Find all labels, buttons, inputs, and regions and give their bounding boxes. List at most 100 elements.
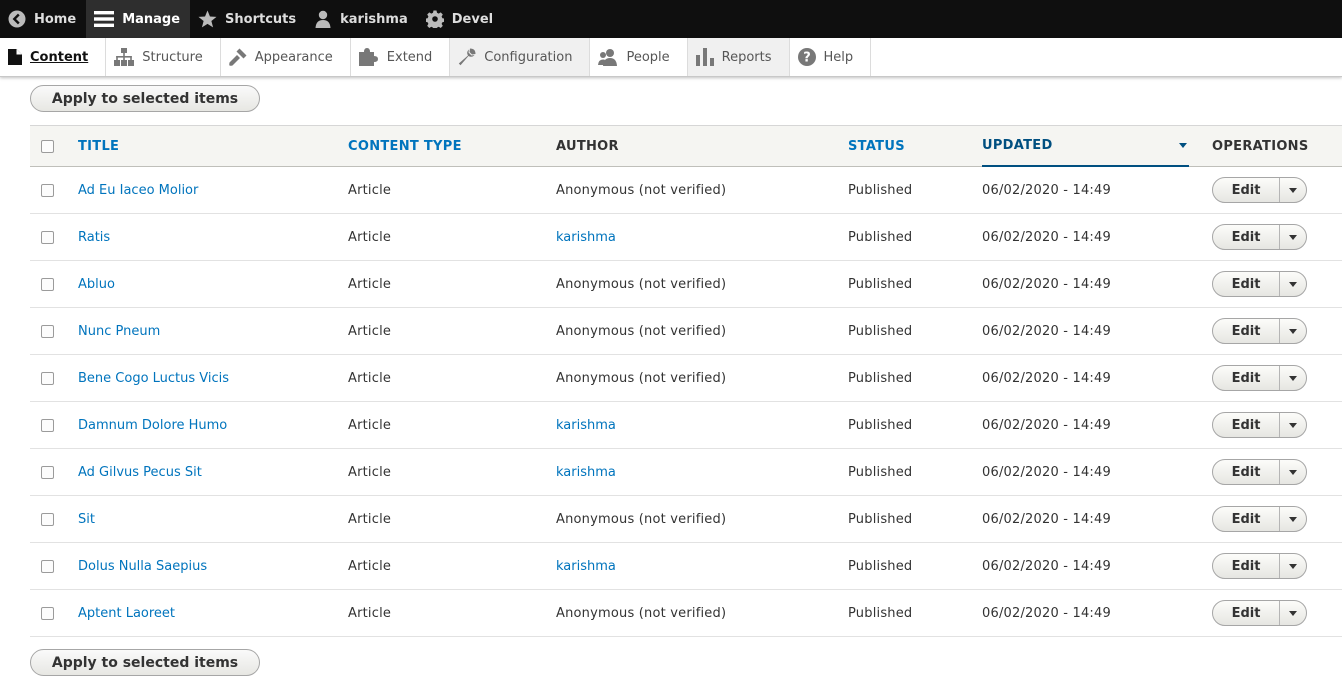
edit-button[interactable]: Edit bbox=[1213, 319, 1280, 343]
edit-button[interactable]: Edit bbox=[1213, 225, 1280, 249]
author-link[interactable]: karishma bbox=[556, 230, 616, 245]
operations-toggle-button[interactable] bbox=[1280, 178, 1306, 202]
operations-toggle-button[interactable] bbox=[1280, 460, 1306, 484]
edit-button[interactable]: Edit bbox=[1213, 413, 1280, 437]
header-updated-label: UPDATED bbox=[982, 138, 1053, 153]
content-title-link[interactable]: Abluo bbox=[78, 277, 115, 292]
content-title-link[interactable]: Ratis bbox=[78, 230, 110, 245]
table-row: Ratis Article karishma Published 06/02/2020 … bbox=[30, 214, 1342, 261]
bar-chart-icon bbox=[695, 48, 714, 66]
author-cell: Anonymous (not verified) bbox=[556, 371, 848, 386]
toolbar-shortcuts-label: Shortcuts bbox=[225, 11, 297, 27]
author-text: Anonymous (not verified) bbox=[556, 370, 727, 386]
row-select-checkbox[interactable] bbox=[40, 183, 54, 197]
row-select-cell bbox=[30, 512, 78, 526]
content-title-link[interactable]: Sit bbox=[78, 512, 95, 527]
tray-item-appearance-label: Appearance bbox=[254, 49, 333, 65]
row-select-cell bbox=[30, 324, 78, 338]
tray-item-people[interactable]: People bbox=[590, 38, 688, 76]
operations-toggle-button[interactable] bbox=[1280, 366, 1306, 390]
author-link[interactable]: karishma bbox=[556, 559, 616, 574]
tray-item-reports[interactable]: Reports bbox=[687, 38, 790, 76]
row-select-checkbox[interactable] bbox=[40, 277, 54, 291]
content-type-cell: Article bbox=[348, 323, 392, 339]
tray-item-content[interactable]: Content bbox=[0, 38, 107, 76]
title-cell: Damnum Dolore Humo bbox=[78, 418, 348, 433]
edit-button[interactable]: Edit bbox=[1213, 601, 1280, 625]
row-select-checkbox[interactable] bbox=[40, 418, 54, 432]
row-select-checkbox[interactable] bbox=[40, 324, 54, 338]
content-title-link[interactable]: Damnum Dolore Humo bbox=[78, 418, 227, 433]
tray-item-structure[interactable]: Structure bbox=[106, 38, 221, 76]
author-cell: Anonymous (not verified) bbox=[556, 324, 848, 339]
edit-button[interactable]: Edit bbox=[1213, 366, 1280, 390]
operations-toggle-button[interactable] bbox=[1280, 319, 1306, 343]
chevron-down-icon bbox=[1289, 422, 1297, 428]
toolbar-devel-label: Devel bbox=[451, 11, 494, 27]
operations-toggle-button[interactable] bbox=[1280, 601, 1306, 625]
content-type-cell: Article bbox=[348, 464, 392, 480]
row-select-checkbox[interactable] bbox=[40, 512, 54, 526]
brush-icon bbox=[228, 48, 247, 66]
toolbar-home[interactable]: Home bbox=[0, 0, 86, 38]
header-title[interactable]: TITLE bbox=[78, 126, 348, 166]
row-select-checkbox[interactable] bbox=[40, 371, 54, 385]
header-operations: OPERATIONS bbox=[1212, 138, 1309, 154]
chevron-down-icon bbox=[1289, 375, 1297, 381]
content-title-link[interactable]: Bene Cogo Luctus Vicis bbox=[78, 371, 229, 386]
table-row: Bene Cogo Luctus Vicis Article Anonymous (… bbox=[30, 355, 1342, 402]
tray-item-appearance[interactable]: Appearance bbox=[220, 38, 351, 76]
operations-toggle-button[interactable] bbox=[1280, 413, 1306, 437]
content-title-link[interactable]: Dolus Nulla Saepius bbox=[78, 559, 207, 574]
status-cell: Published bbox=[848, 323, 913, 339]
apply-selected-button-top[interactable]: Apply to selected items bbox=[30, 85, 260, 112]
operations-toggle-button[interactable] bbox=[1280, 225, 1306, 249]
header-status[interactable]: STATUS bbox=[848, 126, 982, 166]
content-title-link[interactable]: Ad Eu Iaceo Molior bbox=[78, 183, 198, 198]
content-title-link[interactable]: Nunc Pneum bbox=[78, 324, 160, 339]
edit-button[interactable]: Edit bbox=[1213, 554, 1280, 578]
tray-item-configuration[interactable]: Configuration bbox=[450, 38, 591, 76]
tray-item-help[interactable]: ? Help bbox=[789, 38, 872, 76]
author-cell: karishma bbox=[556, 559, 848, 574]
header-updated[interactable]: UPDATED bbox=[982, 126, 1189, 167]
sort-descending-icon bbox=[1179, 143, 1187, 148]
header-content-type[interactable]: CONTENT TYPE bbox=[348, 126, 556, 166]
chevron-down-icon bbox=[1289, 328, 1297, 334]
edit-button[interactable]: Edit bbox=[1213, 178, 1280, 202]
operations-dropbutton: Edit bbox=[1212, 177, 1307, 203]
operations-toggle-button[interactable] bbox=[1280, 554, 1306, 578]
content-title-link[interactable]: Aptent Laoreet bbox=[78, 606, 175, 621]
toolbar-shortcuts[interactable]: Shortcuts bbox=[190, 0, 306, 38]
operations-dropbutton: Edit bbox=[1212, 553, 1307, 579]
author-link[interactable]: karishma bbox=[556, 465, 616, 480]
edit-button[interactable]: Edit bbox=[1213, 272, 1280, 296]
operations-toggle-button[interactable] bbox=[1280, 507, 1306, 531]
operations-cell: Edit bbox=[1212, 318, 1342, 344]
row-select-checkbox[interactable] bbox=[40, 230, 54, 244]
edit-button[interactable]: Edit bbox=[1213, 460, 1280, 484]
table-row: Abluo Article Anonymous (not verified) Publ… bbox=[30, 261, 1342, 308]
select-all-checkbox[interactable] bbox=[40, 139, 54, 153]
tray-item-extend[interactable]: Extend bbox=[350, 38, 451, 76]
help-icon: ? bbox=[797, 48, 816, 66]
row-select-checkbox[interactable] bbox=[40, 559, 54, 573]
title-cell: Sit bbox=[78, 512, 348, 527]
header-author: AUTHOR bbox=[556, 138, 619, 154]
operations-toggle-button[interactable] bbox=[1280, 272, 1306, 296]
author-link[interactable]: karishma bbox=[556, 418, 616, 433]
content-title-link[interactable]: Ad Gilvus Pecus Sit bbox=[78, 465, 202, 480]
operations-cell: Edit bbox=[1212, 459, 1342, 485]
status-cell: Published bbox=[848, 229, 913, 245]
toolbar-devel[interactable]: Devel bbox=[418, 0, 503, 38]
table-row: Ad Gilvus Pecus Sit Article karishma Publis… bbox=[30, 449, 1342, 496]
toolbar-manage[interactable]: Manage bbox=[86, 0, 191, 38]
content-type-cell: Article bbox=[348, 182, 392, 198]
row-select-checkbox[interactable] bbox=[40, 606, 54, 620]
apply-selected-button-bottom[interactable]: Apply to selected items bbox=[30, 649, 260, 676]
table-header: TITLE CONTENT TYPE AUTHOR STATUS UPDATED… bbox=[30, 125, 1342, 167]
operations-cell: Edit bbox=[1212, 177, 1342, 203]
toolbar-user[interactable]: karishma bbox=[306, 0, 418, 38]
row-select-checkbox[interactable] bbox=[40, 465, 54, 479]
edit-button[interactable]: Edit bbox=[1213, 507, 1280, 531]
